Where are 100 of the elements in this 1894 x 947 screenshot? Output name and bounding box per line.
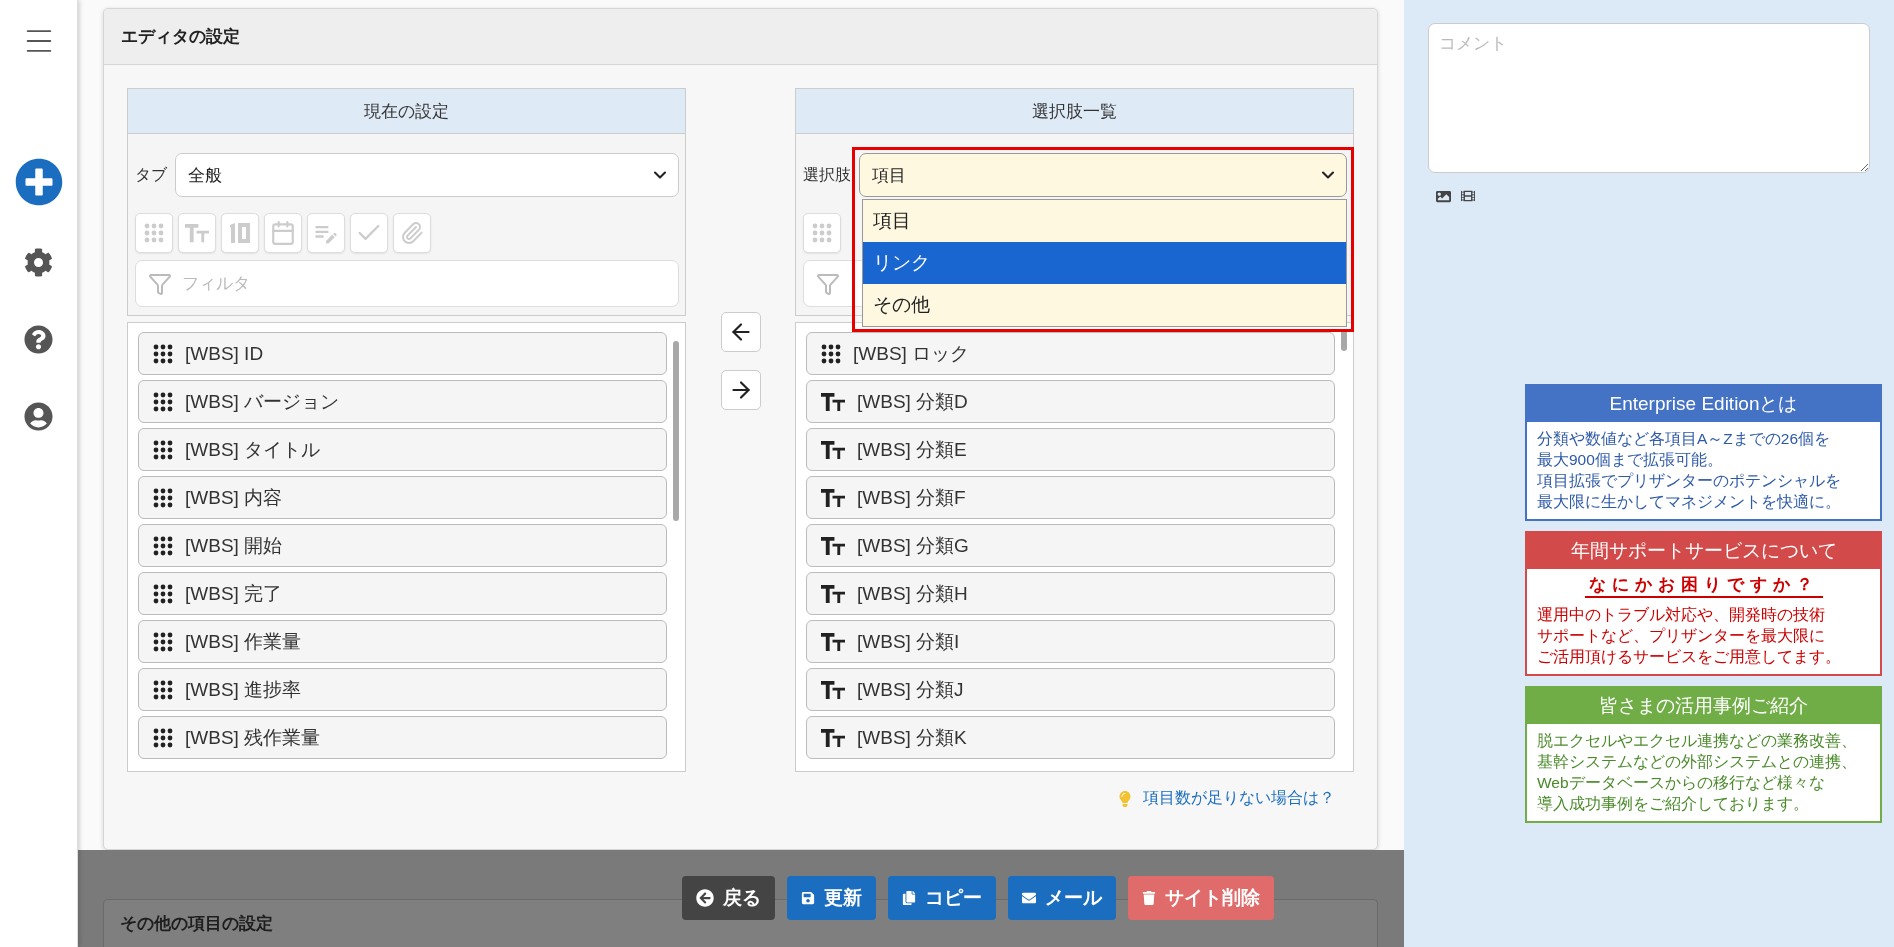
move-left-button[interactable] [720, 312, 761, 352]
text-size-icon [821, 631, 845, 652]
number-icon [228, 222, 252, 244]
promo-subtitle: なにかお困りですか？ [1584, 574, 1823, 598]
promo-text: 最大限に生かしてマネジメントを快適に。 [1537, 492, 1841, 512]
field-item[interactable]: [WBS] 内容 [138, 476, 667, 519]
field-item[interactable]: [WBS] 進捗率 [138, 668, 667, 711]
plus-icon[interactable] [14, 158, 63, 206]
dots-icon [153, 679, 173, 700]
promo-title: Enterprise Editionとは [1527, 386, 1880, 422]
panel-header: 現在の設定 [128, 89, 685, 134]
dropdown-option[interactable]: その他 [863, 284, 1346, 326]
dropdown-option[interactable]: 項目 [863, 200, 1346, 242]
text-size-icon [821, 679, 845, 700]
copy-icon [902, 891, 916, 905]
promo-text: 基幹システムなどの外部システムとの連携、 [1537, 752, 1857, 772]
field-item[interactable]: [WBS] 完了 [138, 572, 667, 615]
field-item[interactable]: [WBS] 分類H [806, 572, 1335, 615]
dots-icon [812, 223, 832, 243]
promo-title: 年間サポートサービスについて [1527, 533, 1880, 569]
lightbulb-icon [1117, 790, 1133, 807]
dots-icon [153, 535, 173, 556]
calendar-button[interactable] [264, 213, 302, 253]
field-item[interactable]: [WBS] 残作業量 [138, 716, 667, 759]
text-size-icon [821, 535, 845, 556]
dots-button[interactable] [803, 213, 841, 253]
promo-box[interactable]: 皆さまの活用事例ご紹介 脱エクセルやエクセル連携などの業務改善、 基幹システムなどの外部システムとの連携、 Webデータベースからの移行など様々な 導入成功事例をご紹介しております。 [1525, 686, 1882, 823]
field-item[interactable]: [WBS] 作業量 [138, 620, 667, 663]
promo-text: ご活用頂けるサービスをご用意してます。 [1537, 647, 1841, 667]
text-size-icon [821, 727, 845, 748]
paperclip-button[interactable] [393, 213, 431, 253]
dropdown-option[interactable]: リンク [863, 242, 1346, 284]
save-button[interactable]: 更新 [787, 876, 876, 920]
dots-icon [144, 223, 164, 243]
comment-field[interactable]: コメント [1428, 23, 1870, 173]
choice-select[interactable]: 項目 [859, 153, 1347, 197]
text-size-icon [821, 439, 845, 460]
field-item[interactable]: [WBS] 分類K [806, 716, 1335, 759]
field-label: タブ [135, 164, 167, 185]
dots-icon [153, 343, 173, 364]
field-item[interactable]: [WBS] バージョン [138, 380, 667, 423]
dots-icon [153, 391, 173, 412]
image-icon[interactable] [1436, 189, 1451, 204]
panel-header: 選択肢一覧 [796, 89, 1353, 134]
user-icon[interactable] [24, 402, 53, 431]
promo-text: サポートなど、プリザンターを最大限に [1537, 626, 1825, 646]
help-icon[interactable] [24, 325, 53, 354]
filter-icon [148, 271, 172, 296]
back-button[interactable]: 戻る [682, 876, 775, 920]
film-icon[interactable] [1461, 189, 1475, 203]
mail-button[interactable]: メール [1008, 876, 1116, 920]
field-item[interactable]: [WBS] 分類E [806, 428, 1335, 471]
field-item[interactable]: [WBS] 分類J [806, 668, 1335, 711]
back-arrow-icon [696, 889, 714, 907]
field-item[interactable]: [WBS] タイトル [138, 428, 667, 471]
field-item[interactable]: [WBS] 分類G [806, 524, 1335, 567]
move-right-button[interactable] [720, 370, 761, 410]
field-item[interactable]: [WBS] 分類D [806, 380, 1335, 423]
promo-box[interactable]: Enterprise Editionとは 分類や数値など各項目A～Zまでの26個を 最大900個まで拡張可能。 項目拡張でプリザンターのポテンシャルを 最大限に生かしてマネジメントを快適に。 [1525, 384, 1882, 521]
settings-icon[interactable] [24, 248, 53, 277]
field-item[interactable]: [WBS] ID [138, 332, 667, 375]
dots-icon [153, 727, 173, 748]
dots-icon [153, 439, 173, 460]
copy-button[interactable]: コピー [888, 876, 996, 920]
envelope-icon [1022, 891, 1036, 905]
text-size-icon [821, 391, 845, 412]
promo-text: 分類や数値など各項目A～Zまでの26個を [1537, 429, 1831, 449]
promo-text: 脱エクセルやエクセル連携などの業務改善、 [1537, 731, 1857, 751]
text-size-icon [821, 487, 845, 508]
text-button[interactable] [178, 213, 216, 253]
field-item[interactable]: [WBS] ロック [806, 332, 1335, 375]
promo-text: 導入成功事例をご紹介しております。 [1537, 794, 1809, 814]
promo-title: 皆さまの活用事例ご紹介 [1527, 688, 1880, 724]
card-title: その他の項目の設定 [120, 914, 273, 933]
promo-text: 運用中のトラブル対応や、開発時の技術 [1537, 605, 1825, 625]
tab-select[interactable]: 全般 [175, 153, 679, 197]
text-size-icon [185, 223, 209, 243]
promo-box[interactable]: 年間サポートサービスについて なにかお困りですか？ 運用中のトラブル対応や、開発時の技術 サポートなど、プリザンターを最大限に ご活用頂けるサービスをご用意してます。 [1525, 531, 1882, 676]
save-icon [801, 891, 815, 905]
filter-icon [816, 271, 840, 296]
note-button[interactable] [307, 213, 345, 253]
calendar-icon [270, 220, 296, 246]
dots-icon [153, 631, 173, 652]
promo-text: Webデータベースからの移行など様々な [1537, 773, 1825, 793]
field-item[interactable]: [WBS] 分類I [806, 620, 1335, 663]
text-size-icon [821, 583, 845, 604]
card-title: エディタの設定 [104, 9, 1377, 65]
dots-icon [821, 343, 841, 364]
promo-text: 最大900個まで拡張可能。 [1537, 450, 1723, 470]
trash-icon [1142, 891, 1156, 905]
dots-icon [153, 487, 173, 508]
field-item[interactable]: [WBS] 分類F [806, 476, 1335, 519]
field-label: 選択肢 [803, 164, 851, 185]
dots-icon [153, 583, 173, 604]
paperclip-icon [400, 221, 424, 245]
help-link[interactable]: 項目数が足りない場合は？ [1143, 788, 1335, 809]
number-button[interactable] [221, 213, 259, 253]
check-button[interactable] [350, 213, 388, 253]
field-item[interactable]: [WBS] 開始 [138, 524, 667, 567]
promo-text: 項目拡張でプリザンターのポテンシャルを [1537, 471, 1841, 491]
